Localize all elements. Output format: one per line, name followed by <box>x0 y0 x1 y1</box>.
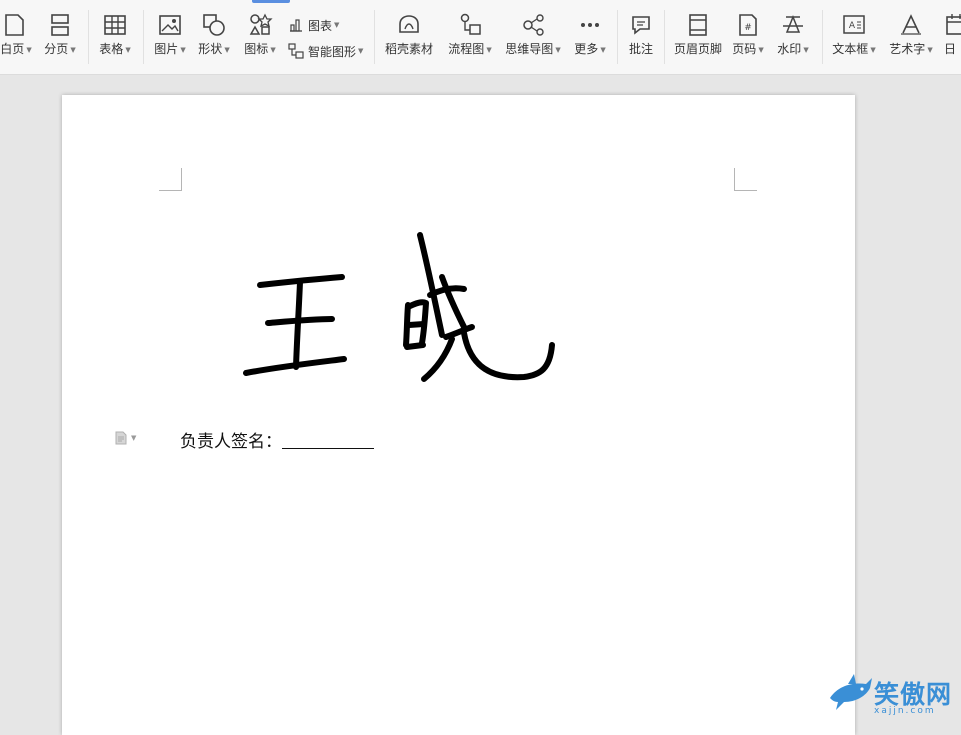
flowchart-icon <box>460 13 481 35</box>
shape-button[interactable]: 形状 ▼ <box>196 12 232 64</box>
page-number-button[interactable]: # 页码 ▼ <box>730 12 766 64</box>
docer-material-label: 稻壳素材 <box>384 42 433 56</box>
signature-line[interactable]: 负责人签名： <box>180 427 374 452</box>
smart-art-button[interactable]: 智能图形 ▼ <box>288 42 363 60</box>
document-icon <box>115 431 127 445</box>
comment-label: 批注 <box>628 42 653 56</box>
mindmap-icon <box>523 14 544 36</box>
picture-icon <box>159 15 181 35</box>
group-separator <box>374 10 375 64</box>
top-left-margin-marker <box>159 168 182 191</box>
top-right-margin-marker <box>734 168 757 191</box>
date-icon <box>946 14 961 35</box>
blank-page-button[interactable]: 白页 ▼ <box>0 12 32 64</box>
docer-material-button[interactable]: 稻壳素材 <box>383 12 435 64</box>
more-dots-icon <box>581 23 599 27</box>
watermark-url: xajjn.com <box>874 706 936 716</box>
textbox-icon: A <box>843 15 865 34</box>
picture-button[interactable]: 图片 ▼ <box>152 12 188 64</box>
paragraph-layout-handle[interactable]: ▼ <box>114 431 136 445</box>
signature-label: 负责人签名： <box>180 432 282 452</box>
page-break-label: 分页 <box>44 42 69 56</box>
svg-text:#: # <box>744 23 752 33</box>
page-number-icon: # <box>739 14 757 36</box>
more-button[interactable]: 更多 ▼ <box>572 12 608 64</box>
chevron-down-icon: ▼ <box>131 434 137 442</box>
picture-label: 图片 <box>154 42 179 56</box>
icon-library-icon <box>249 13 273 35</box>
site-watermark-logo: 笑傲网 xajjn.com <box>826 672 961 719</box>
active-tab-indicator <box>252 0 290 3</box>
more-label: 更多 <box>574 42 599 56</box>
watermark-label: 水印 <box>777 42 802 56</box>
textbox-button[interactable]: A 文本框 ▼ <box>831 12 877 64</box>
shape-label: 形状 <box>198 42 223 56</box>
icon-library-label: 图标 <box>244 42 269 56</box>
mindmap-button[interactable]: 思维导图 ▼ <box>503 12 563 64</box>
blank-page-icon <box>5 14 24 36</box>
icon-library-button[interactable]: 图标 ▼ <box>242 12 278 64</box>
mindmap-label: 思维导图 <box>505 42 554 56</box>
wordart-button[interactable]: 艺术字 ▼ <box>888 12 934 64</box>
chart-button[interactable]: 图表 ▼ <box>288 16 339 34</box>
smart-art-label: 智能图形 <box>308 44 357 59</box>
shark-logo-icon <box>830 674 872 710</box>
header-footer-icon <box>689 14 707 36</box>
flowchart-button[interactable]: 流程图 ▼ <box>446 12 494 64</box>
bar-chart-icon <box>290 19 302 32</box>
shape-icon <box>203 14 225 36</box>
table-button[interactable]: 表格 ▼ <box>97 12 133 64</box>
chart-label: 图表 <box>308 18 333 33</box>
signature-blank-field[interactable] <box>282 434 374 449</box>
group-separator <box>617 10 618 64</box>
page-break-button[interactable]: 分页 ▼ <box>42 12 78 64</box>
wordart-icon <box>901 14 921 35</box>
handwritten-signature-image[interactable] <box>232 227 572 397</box>
blank-page-label: 白页 <box>0 42 25 56</box>
table-icon <box>104 15 126 35</box>
smart-art-icon <box>288 43 304 59</box>
wordart-label: 艺术字 <box>889 42 926 56</box>
group-separator <box>88 10 89 64</box>
svg-text:A: A <box>849 21 856 31</box>
page-break-icon <box>51 14 69 36</box>
textbox-label: 文本框 <box>832 42 869 56</box>
document-page[interactable]: ▼ 负责人签名： <box>62 95 855 735</box>
insert-ribbon: 白页 ▼ 分页 ▼ 表格 ▼ 图片 ▼ 形状 ▼ 图标 ▼ 图表 ▼ 智能图形 ▼ 稻壳素材 <box>0 0 961 75</box>
header-footer-label: 页眉页脚 <box>673 42 722 56</box>
group-separator <box>822 10 823 64</box>
docer-material-icon <box>399 15 419 33</box>
page-number-label: 页码 <box>732 42 757 56</box>
header-footer-button[interactable]: 页眉页脚 <box>672 12 724 64</box>
group-separator <box>664 10 665 64</box>
flowchart-label: 流程图 <box>448 42 485 56</box>
table-label: 表格 <box>99 42 124 56</box>
comment-button[interactable]: 批注 <box>624 12 658 64</box>
comment-icon <box>632 16 650 35</box>
date-button[interactable]: 日 <box>944 12 961 64</box>
date-label: 日 <box>944 42 957 56</box>
watermark-button[interactable]: 水印 ▼ <box>775 12 811 64</box>
watermark-icon <box>783 14 803 33</box>
group-separator <box>143 10 144 64</box>
